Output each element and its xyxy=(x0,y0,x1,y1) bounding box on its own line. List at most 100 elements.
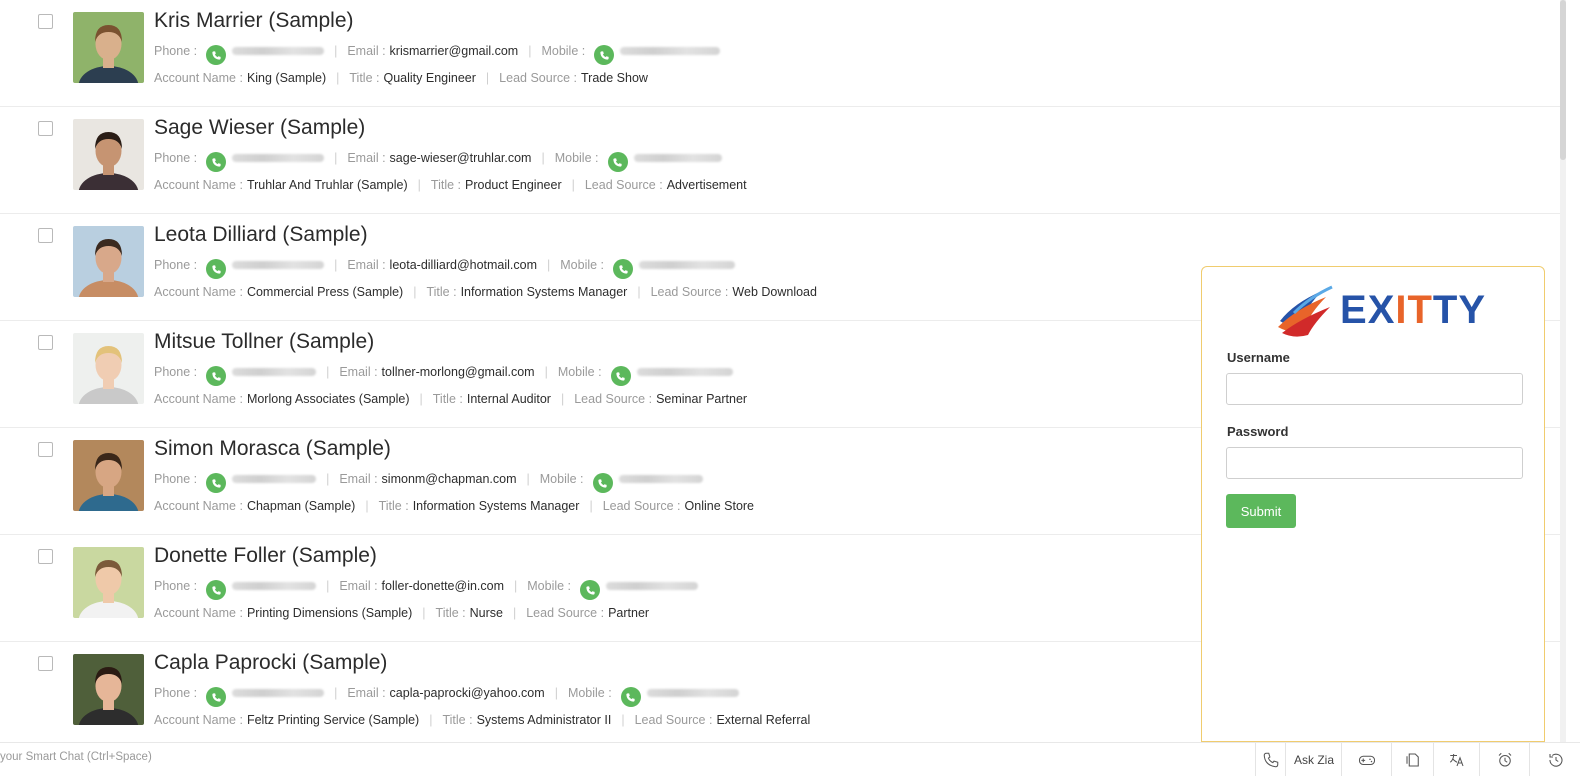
ask-zia-button[interactable]: Ask Zia xyxy=(1285,743,1342,776)
contact-name-link[interactable]: Capla Paprocki (Sample) xyxy=(154,651,387,675)
account-label: Account Name : xyxy=(154,178,243,192)
redacted-mobile xyxy=(639,261,736,269)
redacted-phone xyxy=(232,154,325,162)
row-checkbox[interactable] xyxy=(38,14,53,29)
logo-letters-ty: TY xyxy=(1432,287,1487,332)
phone-label: Phone : xyxy=(154,365,198,379)
account-value: Morlong Associates (Sample) xyxy=(246,392,410,406)
call-mobile-icon[interactable] xyxy=(592,473,613,493)
call-phone-icon[interactable] xyxy=(206,366,227,386)
email-value[interactable]: leota-dilliard@hotmail.com xyxy=(390,258,537,272)
lead-source-label: Lead Source : xyxy=(650,285,729,299)
password-label: Password xyxy=(1227,424,1289,439)
avatar xyxy=(73,547,144,618)
mobile-label: Mobile : xyxy=(557,365,602,379)
call-phone-icon[interactable] xyxy=(206,473,227,493)
call-phone-icon[interactable] xyxy=(206,259,227,279)
title-value: Quality Engineer xyxy=(383,71,476,85)
contact-details-line: Account Name : Morlong Associates (Sample… xyxy=(154,391,747,407)
call-phone-icon[interactable] xyxy=(206,152,227,172)
scrollbar[interactable] xyxy=(1560,0,1566,742)
email-label: Email : xyxy=(339,472,378,486)
row-checkbox[interactable] xyxy=(38,442,53,457)
contact-details-line: Account Name : King (Sample) | Title : Quali… xyxy=(154,70,648,86)
contact-row[interactable]: Kris Marrier (Sample) Phone : | Email : kris… xyxy=(0,0,1566,107)
separator: | xyxy=(514,579,518,593)
separator: | xyxy=(621,713,625,727)
email-value[interactable]: krismarrier@gmail.com xyxy=(390,44,519,58)
call-phone-icon[interactable] xyxy=(206,580,227,600)
username-input[interactable] xyxy=(1226,373,1523,405)
contact-name-link[interactable]: Mitsue Tollner (Sample) xyxy=(154,330,374,354)
separator: | xyxy=(334,686,338,700)
title-label: Title : xyxy=(432,392,463,406)
call-icon[interactable] xyxy=(1255,743,1286,776)
scrollbar-thumb[interactable] xyxy=(1560,0,1566,160)
redacted-phone xyxy=(232,368,317,376)
exitty-wordmark: EXITTY xyxy=(1340,288,1486,333)
username-label: Username xyxy=(1227,350,1290,365)
mobile-label: Mobile : xyxy=(567,686,612,700)
account-label: Account Name : xyxy=(154,499,243,513)
call-mobile-icon[interactable] xyxy=(613,259,634,279)
translate-icon[interactable] xyxy=(1433,743,1480,776)
call-phone-icon[interactable] xyxy=(206,687,227,707)
exitty-logo: EXITTY xyxy=(1274,283,1486,337)
call-mobile-icon[interactable] xyxy=(607,152,628,172)
email-value[interactable]: simonm@chapman.com xyxy=(382,472,517,486)
call-phone-icon[interactable] xyxy=(206,45,227,65)
call-mobile-icon[interactable] xyxy=(610,366,631,386)
contact-row[interactable]: Sage Wieser (Sample) Phone : | Email : sage-… xyxy=(0,107,1566,214)
row-checkbox[interactable] xyxy=(38,335,53,350)
row-checkbox[interactable] xyxy=(38,121,53,136)
ask-zia-label: Ask Zia xyxy=(1293,752,1334,767)
submit-button[interactable]: Submit xyxy=(1226,494,1296,528)
separator: | xyxy=(417,178,421,192)
email-value[interactable]: capla-paprocki@yahoo.com xyxy=(390,686,545,700)
contact-details-line: Account Name : Chapman (Sample) | Title : In… xyxy=(154,498,754,514)
separator: | xyxy=(485,71,490,85)
email-value[interactable]: sage-wieser@truhlar.com xyxy=(390,151,532,165)
lead-source-value: External Referral xyxy=(716,713,811,727)
contact-name-link[interactable]: Simon Morasca (Sample) xyxy=(154,437,391,461)
lead-source-value: Partner xyxy=(608,606,650,620)
row-checkbox[interactable] xyxy=(38,656,53,671)
contact-name-link[interactable]: Sage Wieser (Sample) xyxy=(154,116,365,140)
contact-details-line: Account Name : Printing Dimensions (Sampl… xyxy=(154,605,649,621)
contact-info-line: Phone : | Email : tollner-morlong@gmail.com… xyxy=(154,361,733,386)
call-mobile-icon[interactable] xyxy=(620,687,641,707)
contact-info-line: Phone : | Email : foller-donette@in.com | Mob… xyxy=(154,575,699,600)
lead-source-label: Lead Source : xyxy=(499,71,578,85)
account-value: Feltz Printing Service (Sample) xyxy=(246,713,420,727)
email-value[interactable]: tollner-morlong@gmail.com xyxy=(382,365,535,379)
separator: | xyxy=(365,499,369,513)
contact-name-link[interactable]: Kris Marrier (Sample) xyxy=(154,9,354,33)
row-checkbox[interactable] xyxy=(38,228,53,243)
call-mobile-icon[interactable] xyxy=(594,45,615,65)
account-value: Chapman (Sample) xyxy=(246,499,356,513)
gamepad-icon[interactable] xyxy=(1341,743,1392,776)
mobile-label: Mobile : xyxy=(527,579,572,593)
call-mobile-icon[interactable] xyxy=(580,580,601,600)
note-icon[interactable] xyxy=(1391,743,1434,776)
redacted-phone xyxy=(232,475,317,483)
title-label: Title : xyxy=(378,499,409,513)
smart-chat-hint[interactable]: your Smart Chat (Ctrl+Space) xyxy=(0,751,152,763)
contact-name-link[interactable]: Leota Dilliard (Sample) xyxy=(154,223,368,247)
logo-letters-it: IT xyxy=(1395,287,1433,332)
avatar xyxy=(73,119,144,190)
lead-source-label: Lead Source : xyxy=(634,713,713,727)
row-checkbox[interactable] xyxy=(38,549,53,564)
contact-name-link[interactable]: Donette Foller (Sample) xyxy=(154,544,377,568)
password-input[interactable] xyxy=(1226,447,1523,479)
account-value: Printing Dimensions (Sample) xyxy=(246,606,413,620)
phone-label: Phone : xyxy=(154,44,198,58)
mobile-label: Mobile : xyxy=(560,258,605,272)
separator: | xyxy=(336,71,340,85)
email-value[interactable]: foller-donette@in.com xyxy=(382,579,504,593)
email-label: Email : xyxy=(339,365,378,379)
contact-info-line: Phone : | Email : krismarrier@gmail.com | Mob… xyxy=(154,40,721,65)
history-icon[interactable] xyxy=(1529,743,1580,776)
alarm-icon[interactable] xyxy=(1479,743,1530,776)
separator: | xyxy=(422,606,426,620)
